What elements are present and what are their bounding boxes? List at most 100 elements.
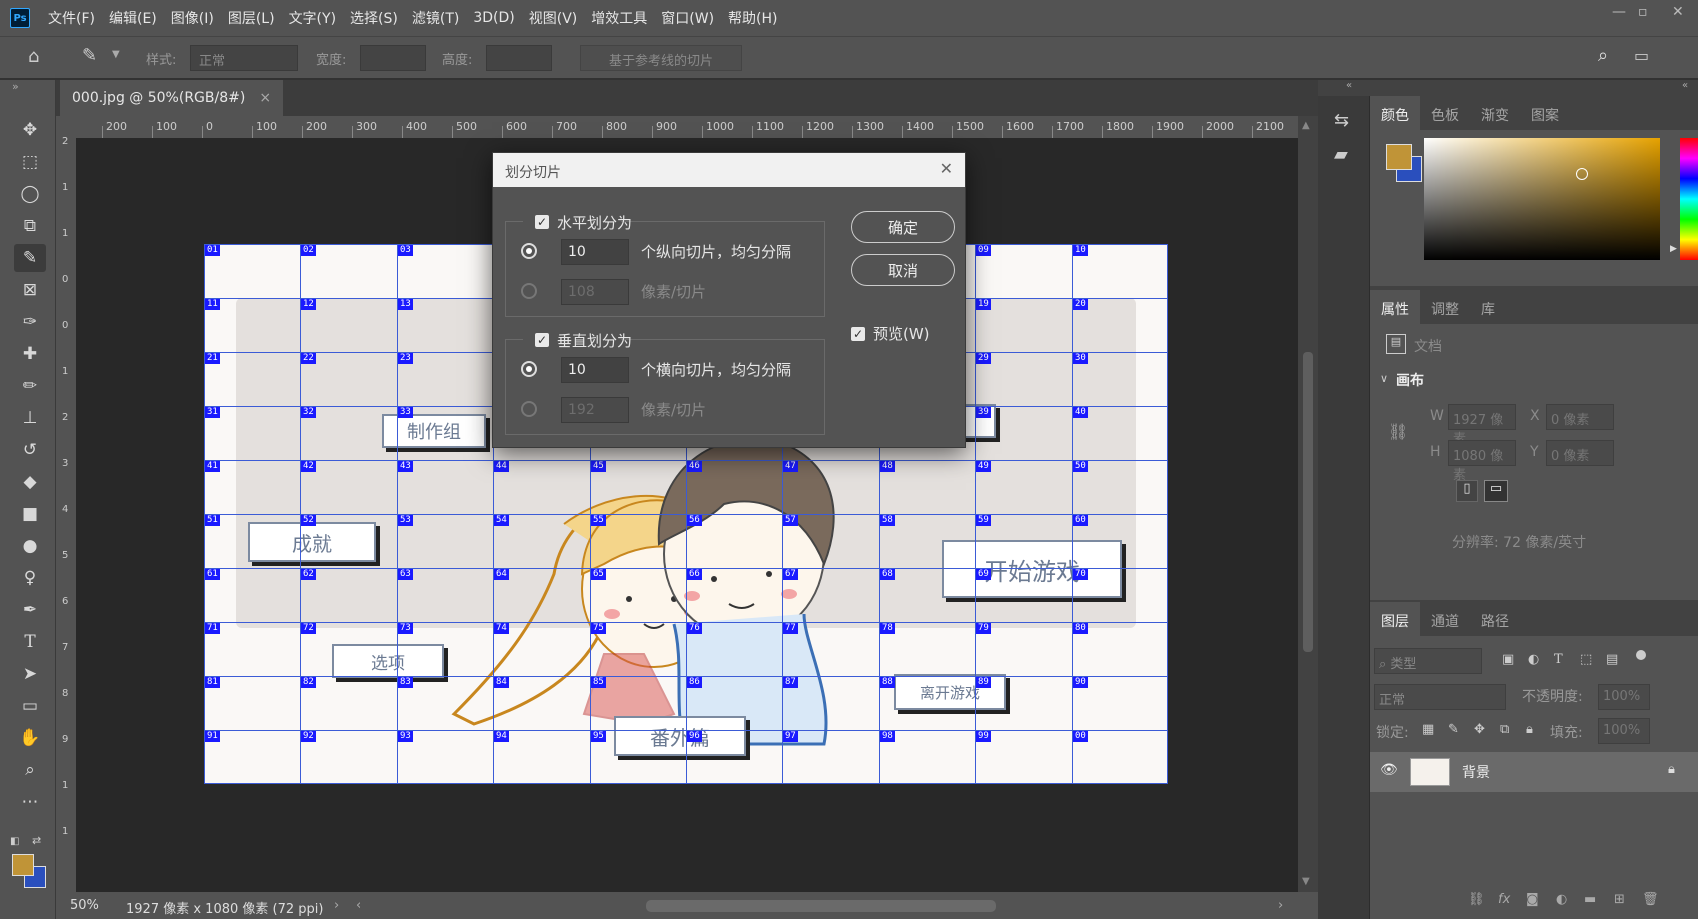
- x-input[interactable]: 0 像素: [1546, 404, 1614, 430]
- foreground-color-swatch[interactable]: [12, 854, 34, 876]
- cancel-button[interactable]: 取消: [851, 254, 955, 286]
- h-count-radio[interactable]: [521, 243, 537, 259]
- chevron-down-icon[interactable]: ▼: [112, 49, 120, 60]
- zoom-tool-icon[interactable]: ⌕: [14, 756, 46, 784]
- panel-tab[interactable]: 属性: [1370, 290, 1420, 324]
- type-tool-icon[interactable]: T: [14, 628, 46, 656]
- panel-tab[interactable]: 库: [1470, 290, 1506, 324]
- hand-tool-icon[interactable]: ✋: [14, 724, 46, 752]
- vertical-scrollbar[interactable]: ▲ ▼: [1298, 116, 1318, 894]
- menu-item[interactable]: 选择(S): [350, 8, 398, 28]
- landscape-icon[interactable]: ▭: [1484, 480, 1508, 502]
- v-pixels-input[interactable]: 192: [561, 397, 629, 423]
- panel-tab[interactable]: 通道: [1420, 602, 1470, 636]
- collapse-right-icon[interactable]: «: [1682, 80, 1688, 91]
- move-tool-icon[interactable]: ✥: [14, 116, 46, 144]
- scroll-left-icon[interactable]: ‹: [356, 898, 361, 913]
- panel-tab[interactable]: 颜色: [1370, 96, 1420, 130]
- gradient-icon[interactable]: ■: [14, 500, 46, 528]
- group-icon[interactable]: ▬: [1584, 892, 1596, 907]
- canvas-chevron-icon[interactable]: ∨: [1380, 372, 1388, 385]
- collapse-icon[interactable]: »: [12, 80, 19, 93]
- stamp-icon[interactable]: ⊥: [14, 404, 46, 432]
- filter-toggle-icon[interactable]: [1636, 650, 1646, 660]
- menu-item[interactable]: 文件(F): [48, 8, 95, 28]
- menu-item[interactable]: 文字(Y): [289, 8, 336, 28]
- lasso-tool-icon[interactable]: ◯: [14, 180, 46, 208]
- menu-item[interactable]: 图层(L): [228, 8, 275, 28]
- blur-icon[interactable]: ●: [14, 532, 46, 560]
- eyedropper-icon[interactable]: ✑: [14, 308, 46, 336]
- v-pixels-radio[interactable]: [521, 401, 537, 417]
- visibility-eye-icon[interactable]: 👁︎: [1380, 762, 1398, 778]
- collapse-left-icon[interactable]: «: [1346, 80, 1352, 91]
- menu-item[interactable]: 视图(V): [529, 8, 578, 28]
- scroll-down-icon[interactable]: ▼: [1302, 876, 1310, 887]
- blend-mode-select[interactable]: 正常: [1374, 684, 1506, 710]
- horizontal-scroll-thumb[interactable]: [646, 900, 996, 912]
- maximize-icon[interactable]: ▫: [1638, 4, 1648, 20]
- y-input[interactable]: 0 像素: [1546, 440, 1614, 466]
- filter-type-icon[interactable]: T: [1554, 652, 1563, 667]
- filter-smart-icon[interactable]: ▤: [1606, 652, 1618, 667]
- lock-paint-icon[interactable]: ✎: [1448, 722, 1459, 737]
- opacity-input[interactable]: 100%: [1598, 684, 1650, 710]
- vertical-scroll-thumb[interactable]: [1303, 352, 1313, 652]
- close-tab-icon[interactable]: ×: [259, 90, 271, 106]
- menu-item[interactable]: 增效工具: [591, 8, 647, 28]
- lock-transparent-icon[interactable]: ▦: [1422, 722, 1434, 737]
- preview-checkbox[interactable]: ✓: [851, 327, 865, 341]
- marquee-tool-icon[interactable]: ⬚: [14, 148, 46, 176]
- eraser-icon[interactable]: ◆: [14, 468, 46, 496]
- color-field[interactable]: [1424, 138, 1660, 260]
- menu-item[interactable]: 窗口(W): [661, 8, 714, 28]
- dialog-close-icon[interactable]: ✕: [940, 159, 953, 178]
- menu-item[interactable]: 编辑(E): [109, 8, 157, 28]
- zoom-level[interactable]: 50%: [70, 898, 99, 913]
- dodge-icon[interactable]: ♀: [14, 564, 46, 592]
- layer-row-background[interactable]: 👁︎ 背景 🔒︎: [1370, 752, 1698, 792]
- slice-tool-active-icon[interactable]: ✎: [14, 244, 46, 272]
- portrait-icon[interactable]: ▯: [1456, 480, 1478, 502]
- panel-tab[interactable]: 路径: [1470, 602, 1520, 636]
- new-layer-icon[interactable]: ⊞: [1614, 892, 1625, 907]
- path-select-icon[interactable]: ➤: [14, 660, 46, 688]
- workspace-icon[interactable]: ▭: [1634, 46, 1649, 65]
- menu-item[interactable]: 图像(I): [171, 8, 214, 28]
- status-expand-icon[interactable]: ›: [334, 898, 339, 913]
- width-input[interactable]: [360, 45, 426, 71]
- lock-position-icon[interactable]: ✥: [1474, 722, 1485, 737]
- menu-item[interactable]: 帮助(H): [728, 8, 777, 28]
- more-tools-icon[interactable]: ⋯: [14, 788, 46, 816]
- v-count-radio[interactable]: [521, 361, 537, 377]
- fx-icon[interactable]: fx: [1498, 892, 1510, 907]
- adjustment-layer-icon[interactable]: ◐: [1556, 892, 1567, 907]
- h-pixels-radio[interactable]: [521, 283, 537, 299]
- layer-filter-select[interactable]: ⌕ 类型: [1374, 648, 1482, 674]
- panel-tab[interactable]: 图层: [1370, 602, 1420, 636]
- filter-shape-icon[interactable]: ⬚: [1580, 652, 1592, 667]
- panel-tab[interactable]: 渐变: [1470, 96, 1520, 130]
- rectangle-tool-icon[interactable]: ▭: [14, 692, 46, 720]
- default-colors-icon[interactable]: ◧: [10, 836, 19, 847]
- slices-from-guides-button[interactable]: 基于参考线的切片: [580, 45, 743, 71]
- document-tab[interactable]: 000.jpg @ 50%(RGB/8#) ×: [60, 80, 284, 116]
- ok-button[interactable]: 确定: [851, 211, 955, 243]
- search-icon[interactable]: ⌕: [1598, 45, 1608, 66]
- minimize-icon[interactable]: —: [1612, 4, 1626, 20]
- history-panel-icon[interactable]: ⇆: [1334, 110, 1349, 131]
- pen-icon[interactable]: ✒: [14, 596, 46, 624]
- menu-item[interactable]: 3D(D): [473, 10, 514, 26]
- height-input[interactable]: [486, 45, 552, 71]
- frame-tool-icon[interactable]: ⊠: [14, 276, 46, 304]
- layer-name[interactable]: 背景: [1462, 762, 1490, 782]
- object-select-icon[interactable]: ⧉: [14, 212, 46, 240]
- lock-artboard-icon[interactable]: ⧉: [1500, 722, 1509, 737]
- scroll-up-icon[interactable]: ▲: [1302, 120, 1310, 131]
- link-layers-icon[interactable]: ⛓: [1468, 892, 1485, 907]
- v-count-input[interactable]: 10: [561, 357, 629, 383]
- h-input[interactable]: 1080 像素: [1448, 440, 1516, 483]
- filter-adjustment-icon[interactable]: ◐: [1528, 652, 1539, 667]
- menu-item[interactable]: 滤镜(T): [412, 8, 459, 28]
- fill-input[interactable]: 100%: [1598, 718, 1650, 744]
